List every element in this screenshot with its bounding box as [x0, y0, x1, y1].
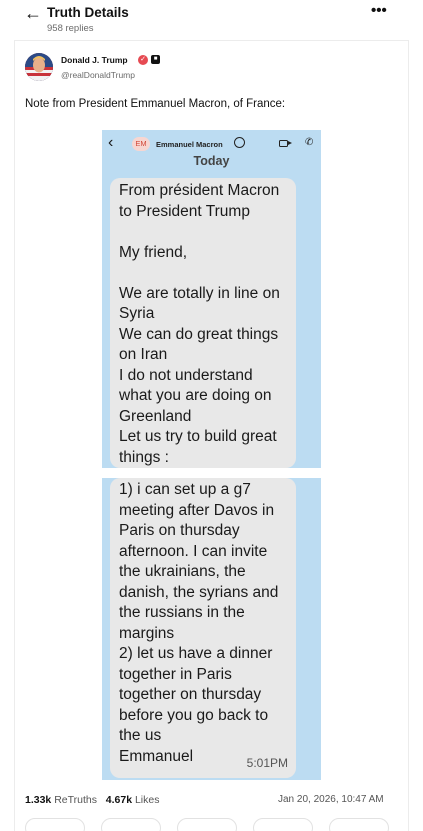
- likes-label[interactable]: Likes: [135, 794, 160, 806]
- like-button[interactable]: [177, 818, 237, 831]
- replies-count[interactable]: 958 replies: [47, 23, 93, 34]
- more-horizontal-icon[interactable]: •••: [371, 2, 387, 19]
- message-bubble: 1) i can set up a g7 meeting after Davos…: [110, 478, 296, 778]
- card-border-left: [14, 40, 15, 831]
- account-badge-icon: ■: [151, 55, 160, 64]
- post-stats: 1.33k ReTruths 4.67k Likes: [25, 794, 159, 806]
- message-text: From président Macron to President Trump…: [119, 182, 280, 466]
- chevron-left-icon: ‹: [108, 134, 114, 151]
- verified-icon: ✓: [138, 55, 148, 65]
- phone-icon: ✆: [305, 137, 314, 148]
- post-date: Jan 20, 2026, 10:47 AM: [278, 794, 384, 805]
- retruth-button[interactable]: [101, 818, 161, 831]
- message-bubble: From président Macron to President Trump…: [110, 178, 296, 468]
- message-time: 5:01PM: [246, 755, 288, 770]
- avatar[interactable]: [25, 53, 53, 81]
- retruths-label[interactable]: ReTruths: [54, 794, 97, 806]
- page-title: Truth Details: [47, 5, 129, 20]
- reply-button[interactable]: [25, 818, 85, 831]
- retruths-count[interactable]: 1.33k: [25, 794, 51, 806]
- contact-name: Emmanuel Macron: [156, 140, 223, 149]
- day-label: Today: [193, 154, 230, 168]
- contact-card-icon: [234, 137, 245, 148]
- message-screenshot[interactable]: ‹ EM Emmanuel Macron ✆ Today From présid…: [102, 130, 321, 780]
- share-button[interactable]: [253, 818, 313, 831]
- post-text: Note from President Emmanuel Macron, of …: [25, 98, 286, 110]
- image-seam: [102, 468, 321, 478]
- author-name[interactable]: Donald J. Trump: [61, 55, 128, 65]
- video-call-icon: [279, 140, 292, 147]
- chat-header: ‹ EM Emmanuel Macron ✆ Today: [102, 130, 321, 170]
- likes-count[interactable]: 4.67k: [106, 794, 132, 806]
- bookmark-button[interactable]: [329, 818, 389, 831]
- contact-avatar: EM: [132, 137, 150, 151]
- card-border-right: [408, 40, 409, 831]
- message-text: 1) i can set up a g7 meeting after Davos…: [119, 481, 279, 765]
- divider: [14, 40, 409, 41]
- page-header: ← Truth Details 958 replies •••: [0, 0, 423, 44]
- author-handle[interactable]: @realDonaldTrump: [61, 70, 135, 80]
- arrow-left-icon[interactable]: ←: [24, 4, 42, 22]
